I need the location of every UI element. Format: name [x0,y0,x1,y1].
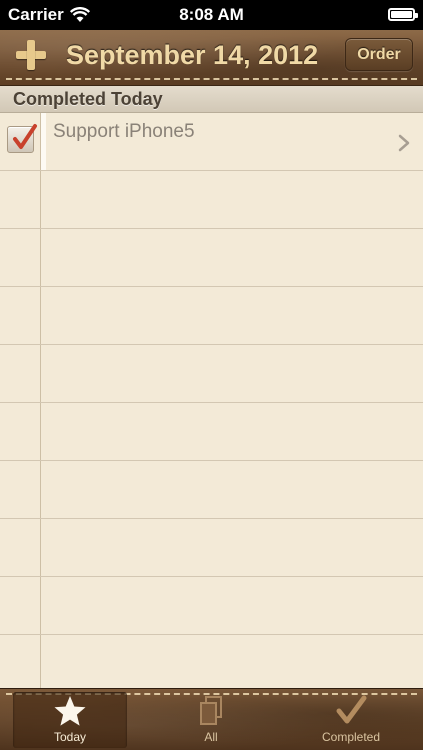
checkmark-icon [336,695,367,724]
tab-bar: Today All Completed [0,688,423,750]
tab-all[interactable]: All [154,692,268,748]
battery-fill [391,11,412,18]
row-highlight [41,113,46,170]
task-checkbox[interactable] [7,124,37,153]
wifi-icon [69,7,90,22]
page-title: September 14, 2012 [66,40,319,70]
row-divider [0,518,423,519]
row-divider [0,576,423,577]
chevron-right-icon[interactable] [397,134,411,152]
tab-completed[interactable]: Completed [294,692,408,748]
checkmark-icon [13,124,37,149]
task-row[interactable]: Support iPhone5 [0,113,423,170]
tab-today[interactable]: Today [13,692,127,748]
documents-icon [200,696,222,725]
status-bar: Carrier 8:08 AM [0,0,423,30]
section-header: Completed Today [0,86,423,113]
tab-label: All [204,730,218,744]
row-divider [0,344,423,345]
row-divider [0,170,423,171]
row-divider [0,402,423,403]
row-divider [0,460,423,461]
row-divider [0,634,423,635]
tab-label: Today [53,730,87,744]
task-list: Support iPhone5 [0,113,423,688]
status-left: Carrier [8,5,90,25]
margin-line [40,113,41,688]
add-task-button[interactable] [16,40,46,70]
tab-label: Completed [321,730,381,744]
navigation-bar: September 14, 2012 Order [0,30,423,86]
order-button[interactable]: Order [345,38,413,71]
battery-icon [388,8,418,21]
row-divider [0,228,423,229]
row-divider [0,286,423,287]
star-icon [54,696,86,726]
task-title: Support iPhone5 [53,121,195,142]
carrier-label: Carrier [8,5,64,24]
